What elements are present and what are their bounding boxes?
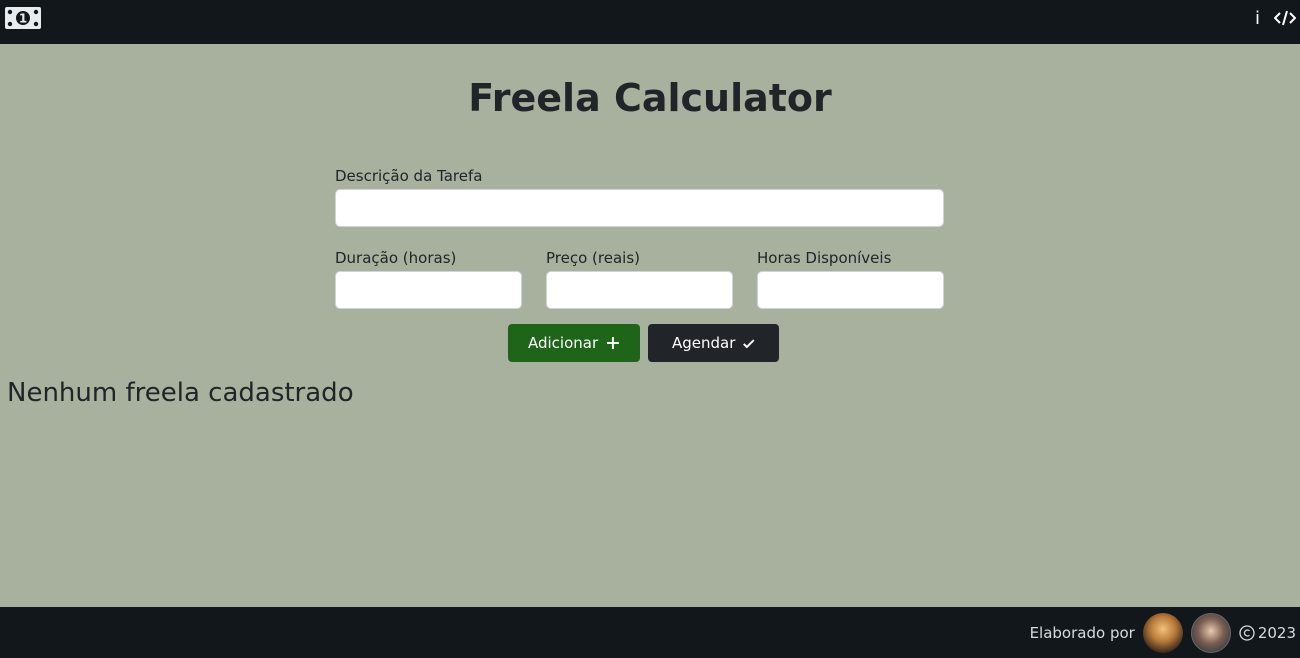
freela-form: Descrição da Tarefa Duração (horas) Preç… [335,167,944,309]
main-content: Freela Calculator Descrição da Tarefa Du… [0,44,1300,607]
description-label: Descrição da Tarefa [335,167,483,185]
available-hours-label: Horas Disponíveis [757,249,892,267]
available-hours-input[interactable] [757,271,944,309]
add-button[interactable]: Adicionar [508,324,640,362]
schedule-button[interactable]: Agendar [648,324,779,362]
add-button-label: Adicionar [528,334,599,352]
money-bill-icon[interactable]: 1 [4,4,42,32]
copyright: 2023 [1239,624,1296,642]
copyright-icon [1239,624,1255,641]
duration-input[interactable] [335,271,522,309]
duration-label: Duração (horas) [335,249,457,267]
empty-state-message: Nenhum freela cadastrado [7,378,354,408]
check-icon [743,338,755,348]
plus-icon [607,337,620,349]
duration-group: Duração (horas) [335,249,522,309]
copyright-year: 2023 [1257,623,1296,642]
footer: Elaborado por 2023 [0,607,1300,658]
info-icon[interactable]: i [1255,8,1260,29]
price-label: Preço (reais) [546,249,640,267]
price-input[interactable] [546,271,733,309]
header-actions: i [1255,8,1296,29]
description-input[interactable] [335,189,944,227]
top-navbar: 1 i [0,0,1300,44]
available-hours-group: Horas Disponíveis [757,249,944,309]
code-icon[interactable] [1274,9,1296,27]
author-avatar-2[interactable] [1190,612,1231,653]
footer-credit-text: Elaborado por [1029,623,1135,642]
author-avatar-1[interactable] [1142,612,1183,653]
numeric-fields-row: Duração (horas) Preço (reais) Horas Disp… [335,249,944,309]
svg-text:1: 1 [19,12,27,26]
page-title: Freela Calculator [468,76,832,120]
form-actions: Adicionar Agendar [508,324,779,362]
schedule-button-label: Agendar [672,334,736,352]
price-group: Preço (reais) [546,249,733,309]
